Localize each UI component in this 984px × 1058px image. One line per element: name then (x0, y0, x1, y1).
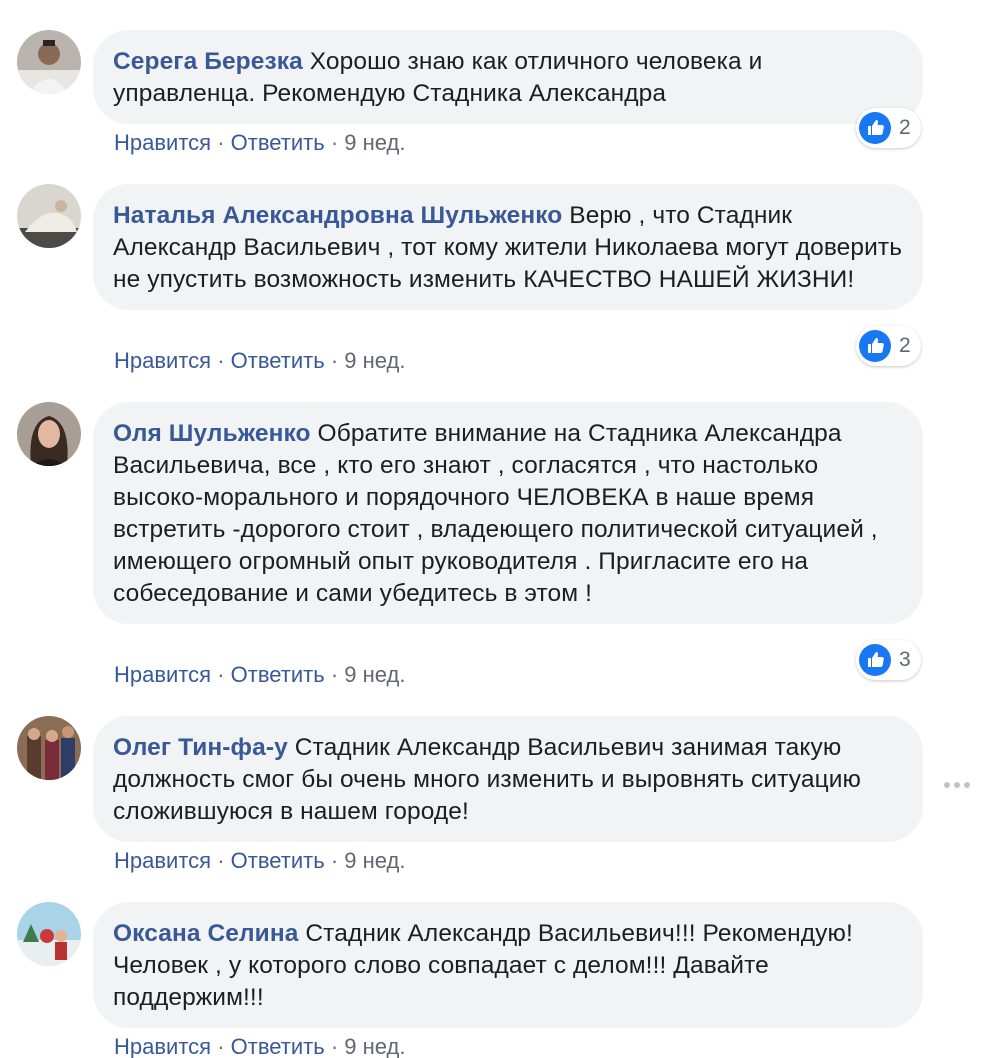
reply-link[interactable]: Ответить (231, 348, 325, 373)
comment-bubble: Оля Шульженко Обратите внимание на Стадн… (93, 402, 923, 624)
separator: · (217, 662, 225, 687)
reaction-badge[interactable]: 3 (856, 640, 921, 680)
comment-bubble: Олег Тин-фа-у Стадник Александр Васильев… (93, 716, 923, 842)
comment-author[interactable]: Оля Шульженко (113, 420, 311, 447)
like-link[interactable]: Нравится (114, 130, 211, 155)
separator: · (217, 848, 225, 873)
separator: · (330, 130, 339, 155)
reaction-count: 3 (899, 648, 911, 671)
comment-actions: Нравится · Ответить · 9 нед. (114, 662, 405, 688)
comment-actions: Нравится · Ответить · 9 нед. (114, 848, 405, 874)
like-icon (859, 330, 891, 362)
comments-feed: Серега Березка Хорошо знаю как отличного… (0, 0, 984, 1058)
like-link[interactable]: Нравится (114, 848, 211, 873)
comment-time[interactable]: 9 нед. (344, 848, 405, 873)
reply-link[interactable]: Ответить (231, 848, 325, 873)
reaction-badge[interactable]: 2 (856, 108, 921, 148)
reaction-count: 2 (899, 116, 911, 139)
reply-link[interactable]: Ответить (231, 130, 325, 155)
avatar[interactable] (17, 902, 81, 966)
comment-text: Обратите внимание на Стадника Александра… (113, 420, 878, 607)
avatar-photo (17, 402, 81, 466)
comment-actions: Нравится · Ответить · 9 нед. (114, 348, 405, 374)
separator: · (217, 130, 225, 155)
reaction-count: 2 (899, 334, 911, 357)
comment-time[interactable]: 9 нед. (344, 662, 405, 687)
separator: · (217, 348, 225, 373)
comment-time[interactable]: 9 нед. (344, 1034, 405, 1058)
avatar-photo (17, 902, 81, 966)
avatar-photo (17, 30, 81, 94)
comment-actions: Нравится · Ответить · 9 нед. (114, 130, 405, 156)
like-icon (859, 112, 891, 144)
avatar[interactable] (17, 184, 81, 248)
reply-link[interactable]: Ответить (231, 662, 325, 687)
avatar-photo (17, 184, 81, 248)
separator: · (330, 1034, 339, 1058)
avatar[interactable] (17, 716, 81, 780)
comment-bubble: Оксана Селина Стадник Александр Васильев… (93, 902, 923, 1028)
comment-author[interactable]: Оксана Селина (113, 920, 298, 947)
comment-actions: Нравится · Ответить · 9 нед. (114, 1034, 405, 1058)
like-link[interactable]: Нравится (114, 348, 211, 373)
separator: · (217, 1034, 225, 1058)
comment-author[interactable]: Олег Тин-фа-у (113, 734, 288, 761)
comment-time[interactable]: 9 нед. (344, 348, 405, 373)
reaction-badge[interactable]: 2 (856, 326, 921, 366)
like-link[interactable]: Нравится (114, 662, 211, 687)
avatar-photo (17, 716, 81, 780)
separator: · (330, 848, 339, 873)
comment-bubble: Серега Березка Хорошо знаю как отличного… (93, 30, 923, 124)
avatar[interactable] (17, 30, 81, 94)
like-link[interactable]: Нравится (114, 1034, 211, 1058)
more-options-icon[interactable] (944, 778, 972, 792)
separator: · (330, 662, 339, 687)
comment-author[interactable]: Серега Березка (113, 48, 303, 75)
like-icon (859, 644, 891, 676)
separator: · (330, 348, 339, 373)
reply-link[interactable]: Ответить (231, 1034, 325, 1058)
avatar[interactable] (17, 402, 81, 466)
comment-time[interactable]: 9 нед. (344, 130, 405, 155)
comment-author[interactable]: Наталья Александровна Шульженко (113, 202, 562, 229)
comment-bubble: Наталья Александровна Шульженко Верю , ч… (93, 184, 923, 310)
